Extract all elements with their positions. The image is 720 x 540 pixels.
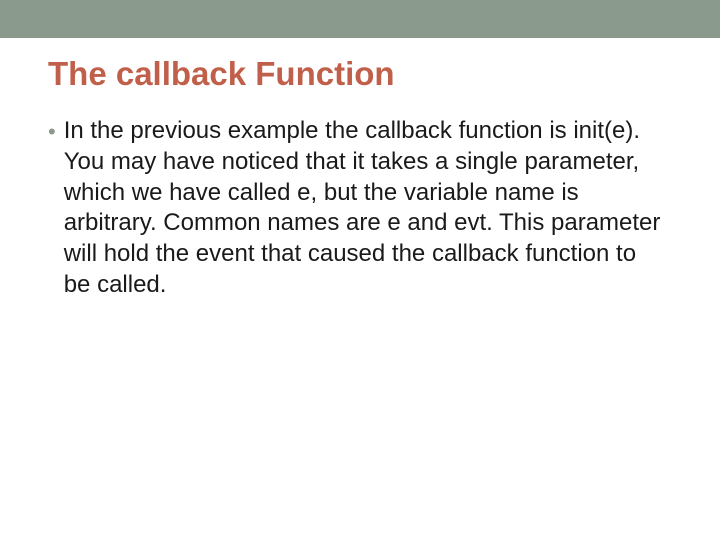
- bullet-glyph-icon: •: [48, 118, 56, 147]
- slide-content: The callback Function • In the previous …: [0, 38, 720, 301]
- accent-top-bar: [0, 0, 720, 38]
- slide-title: The callback Function: [48, 56, 672, 92]
- bullet-item: • In the previous example the callback f…: [48, 116, 672, 300]
- slide-body-text: In the previous example the callback fun…: [64, 116, 664, 300]
